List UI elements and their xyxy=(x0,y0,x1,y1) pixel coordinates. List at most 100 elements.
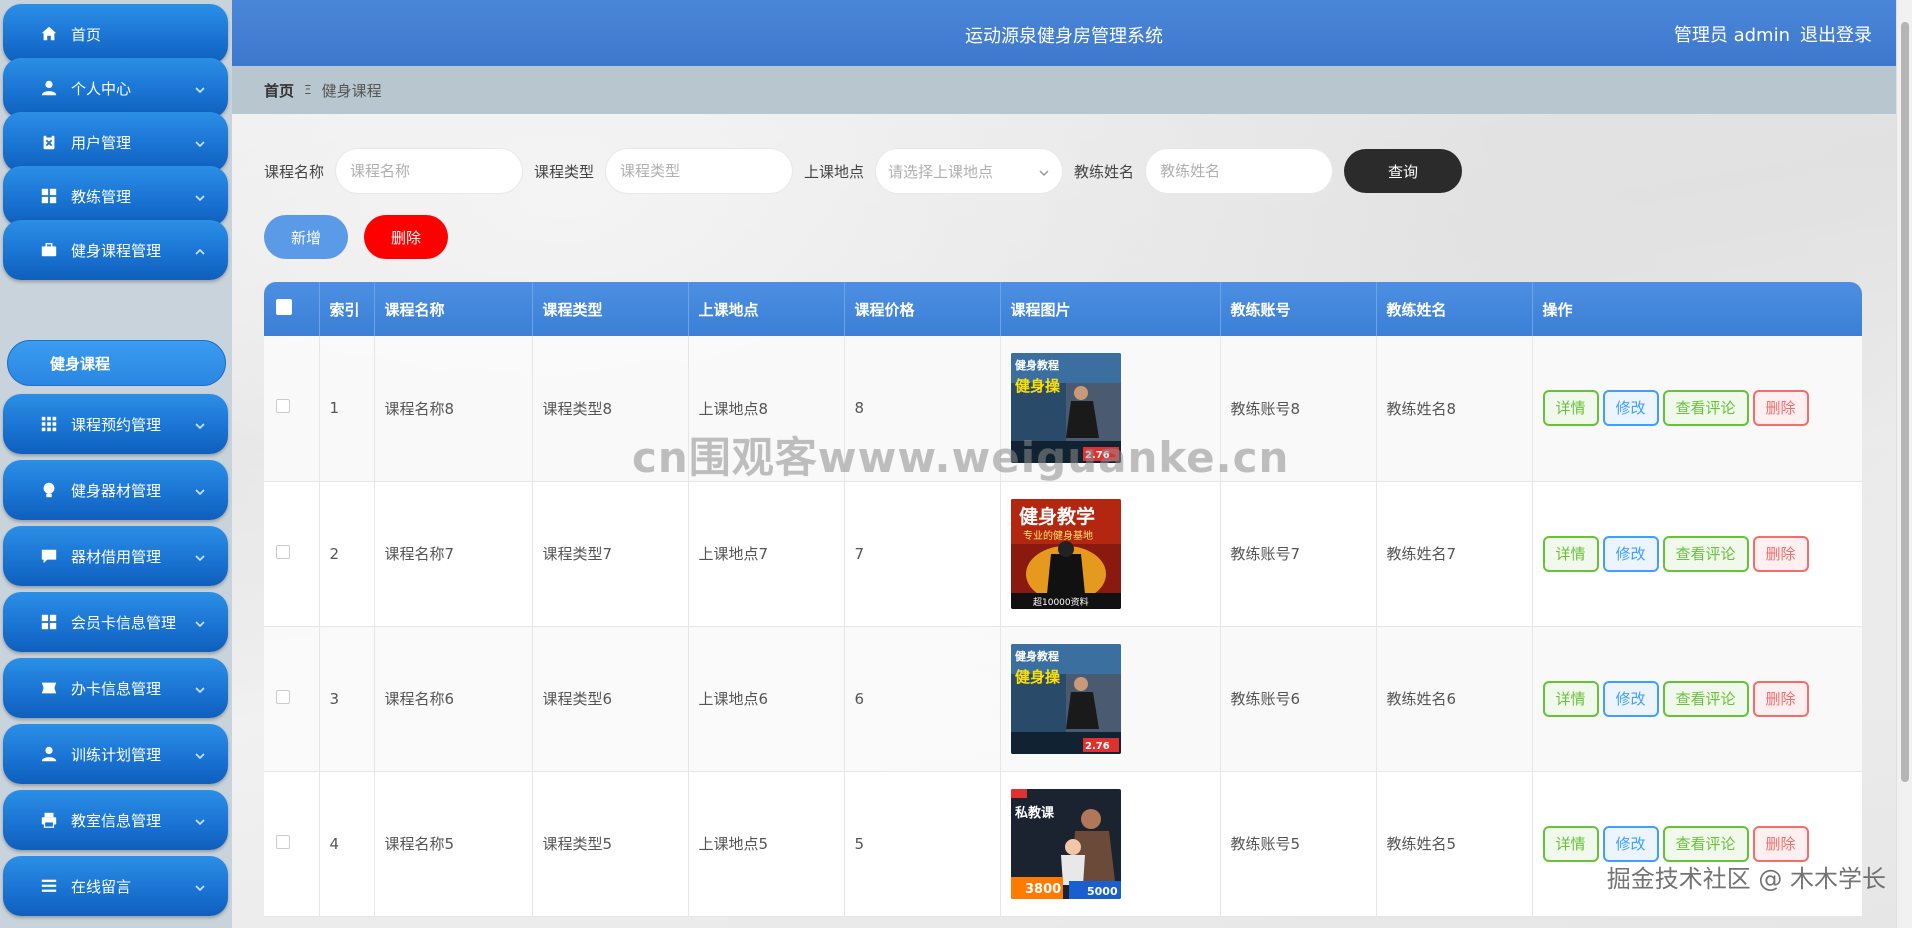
sidebar-item-coach-management[interactable]: 教练管理 xyxy=(3,166,228,226)
list-icon xyxy=(39,876,59,896)
app-title: 运动源泉健身房管理系统 xyxy=(965,26,1163,47)
cell-coach-account: 教练账号6 xyxy=(1220,626,1377,772)
add-button[interactable]: 新增 xyxy=(264,215,348,259)
course-place-select[interactable]: 请选择上课地点 xyxy=(876,149,1063,193)
sidebar-item-label: 教练管理 xyxy=(71,187,132,206)
sidebar-item-label: 首页 xyxy=(71,25,102,44)
chevron-down-icon xyxy=(194,484,206,496)
sidebar-item-borrow-management[interactable]: 器材借用管理 xyxy=(3,526,228,586)
detail-button[interactable]: 详情 xyxy=(1542,535,1599,572)
cell-index: 2 xyxy=(319,481,375,627)
sidebar-item-classroom-management[interactable]: 教室信息管理 xyxy=(3,790,228,850)
delete-button[interactable]: 删除 xyxy=(1752,825,1809,862)
page-scrollbar[interactable] xyxy=(1896,0,1912,928)
sidebar-item-label: 用户管理 xyxy=(71,133,132,152)
cell-course-name: 课程名称5 xyxy=(374,771,533,917)
sidebar-item-booking-management[interactable]: 课程预约管理 xyxy=(3,394,228,454)
delete-button[interactable]: 删除 xyxy=(1752,535,1809,572)
sidebar-item-personal-center[interactable]: 个人中心 xyxy=(3,58,228,118)
breadcrumb-home-link[interactable]: 首页 xyxy=(264,80,294,101)
course-image[interactable]: 健身教程 健身操 2.76 xyxy=(1010,643,1121,754)
row-checkbox[interactable] xyxy=(276,544,290,559)
coach-name-input[interactable] xyxy=(1146,149,1333,193)
edit-button[interactable]: 修改 xyxy=(1602,390,1659,427)
cell-operations: 详情 修改 查看评论 删除 xyxy=(1532,481,1862,627)
svg-text:专业的健身基地: 专业的健身基地 xyxy=(1023,529,1093,542)
course-name-input[interactable] xyxy=(336,149,523,193)
cell-place: 上课地点7 xyxy=(688,481,845,627)
svg-text:健身教学: 健身教学 xyxy=(1019,505,1095,528)
corner-watermark: 掘金技术社区 @ 木木学长 xyxy=(1606,865,1886,893)
action-bar: 新增 删除 xyxy=(264,215,448,259)
cell-price: 7 xyxy=(844,481,1001,627)
select-all-checkbox[interactable] xyxy=(276,299,292,315)
cell-price: 6 xyxy=(844,626,1001,772)
sidebar-item-label: 教室信息管理 xyxy=(71,811,162,830)
table-row: 4 课程名称5 课程类型5 上课地点5 5 私教课 3800 5000 教练账号… xyxy=(264,771,1862,917)
view-comments-button[interactable]: 查看评论 xyxy=(1662,680,1749,717)
sidebar: 首页 个人中心 用户管理 教练管理 健身课程管理 健身课程 课程预约管理 健身器… xyxy=(0,0,232,928)
row-checkbox[interactable] xyxy=(276,399,290,414)
cell-image: 健身教学 专业的健身基地 超10000资料 xyxy=(1000,481,1221,627)
detail-button[interactable]: 详情 xyxy=(1542,680,1599,717)
edit-button[interactable]: 修改 xyxy=(1602,825,1659,862)
cell-index: 1 xyxy=(319,336,375,482)
printer-icon xyxy=(39,810,59,830)
detail-button[interactable]: 详情 xyxy=(1542,390,1599,427)
edit-button[interactable]: 修改 xyxy=(1602,535,1659,572)
ticket-icon xyxy=(39,678,59,698)
chat-icon xyxy=(39,546,59,566)
delete-button[interactable]: 删除 xyxy=(1752,680,1809,717)
delete-button[interactable]: 删除 xyxy=(1752,390,1809,427)
cell-price: 5 xyxy=(844,771,1001,917)
sidebar-item-home[interactable]: 首页 xyxy=(3,4,228,64)
sidebar-item-label: 在线留言 xyxy=(71,877,132,896)
cell-course-type: 课程类型5 xyxy=(532,771,689,917)
view-comments-button[interactable]: 查看评论 xyxy=(1662,535,1749,572)
cell-coach-account: 教练账号5 xyxy=(1220,771,1377,917)
edit-button[interactable]: 修改 xyxy=(1602,680,1659,717)
sidebar-item-online-message[interactable]: 在线留言 xyxy=(3,856,228,916)
batch-delete-button[interactable]: 删除 xyxy=(364,215,448,259)
chevron-down-icon xyxy=(194,136,206,148)
query-button[interactable]: 查询 xyxy=(1344,149,1463,193)
course-place-placeholder: 请选择上课地点 xyxy=(888,162,994,181)
current-user: 管理员 admin xyxy=(1673,25,1790,46)
user-icon xyxy=(39,78,59,98)
cell-operations: 详情 修改 查看评论 删除 xyxy=(1532,626,1862,772)
cell-course-name: 课程名称7 xyxy=(374,481,533,627)
logout-button[interactable]: 退出登录 xyxy=(1800,21,1872,47)
coach-name-label: 教练姓名 xyxy=(1074,162,1135,181)
detail-button[interactable]: 详情 xyxy=(1542,825,1599,862)
course-image[interactable]: 私教课 3800 5000 xyxy=(1010,788,1121,899)
sidebar-item-training-plan[interactable]: 训练计划管理 xyxy=(3,724,228,784)
cell-course-type: 课程类型7 xyxy=(532,481,689,627)
cell-course-name: 课程名称6 xyxy=(374,626,533,772)
course-image[interactable]: 健身教学 专业的健身基地 超10000资料 xyxy=(1010,498,1121,609)
select-all-cell xyxy=(264,282,320,336)
view-comments-button[interactable]: 查看评论 xyxy=(1662,825,1749,862)
view-comments-button[interactable]: 查看评论 xyxy=(1662,390,1749,427)
row-checkbox[interactable] xyxy=(276,834,290,849)
sidebar-item-course-management[interactable]: 健身课程管理 xyxy=(3,220,228,280)
scrollbar-thumb[interactable] xyxy=(1901,22,1909,782)
briefcase-icon xyxy=(39,240,59,260)
breadcrumb: 首页 Ξ 健身课程 xyxy=(232,66,1896,114)
grid-icon xyxy=(39,612,59,632)
sidebar-item-equipment-management[interactable]: 健身器材管理 xyxy=(3,460,228,520)
sidebar-item-card-application[interactable]: 办卡信息管理 xyxy=(3,658,228,718)
course-type-input[interactable] xyxy=(606,149,793,193)
sidebar-item-membership-card[interactable]: 会员卡信息管理 xyxy=(3,592,228,652)
cell-course-name: 课程名称8 xyxy=(374,336,533,482)
sidebar-item-user-management[interactable]: 用户管理 xyxy=(3,112,228,172)
cell-image: 私教课 3800 5000 xyxy=(1000,771,1221,917)
sidebar-subitem-fitness-course[interactable]: 健身课程 xyxy=(7,340,226,386)
course-name-label: 课程名称 xyxy=(264,162,325,181)
column-header: 课程类型 xyxy=(532,282,689,336)
column-header: 上课地点 xyxy=(688,282,845,336)
sidebar-item-label: 课程预约管理 xyxy=(71,415,162,434)
breadcrumb-current: 健身课程 xyxy=(321,81,382,100)
row-checkbox[interactable] xyxy=(276,689,290,704)
cell-operations: 详情 修改 查看评论 删除 xyxy=(1532,771,1862,917)
cell-index: 4 xyxy=(319,771,375,917)
